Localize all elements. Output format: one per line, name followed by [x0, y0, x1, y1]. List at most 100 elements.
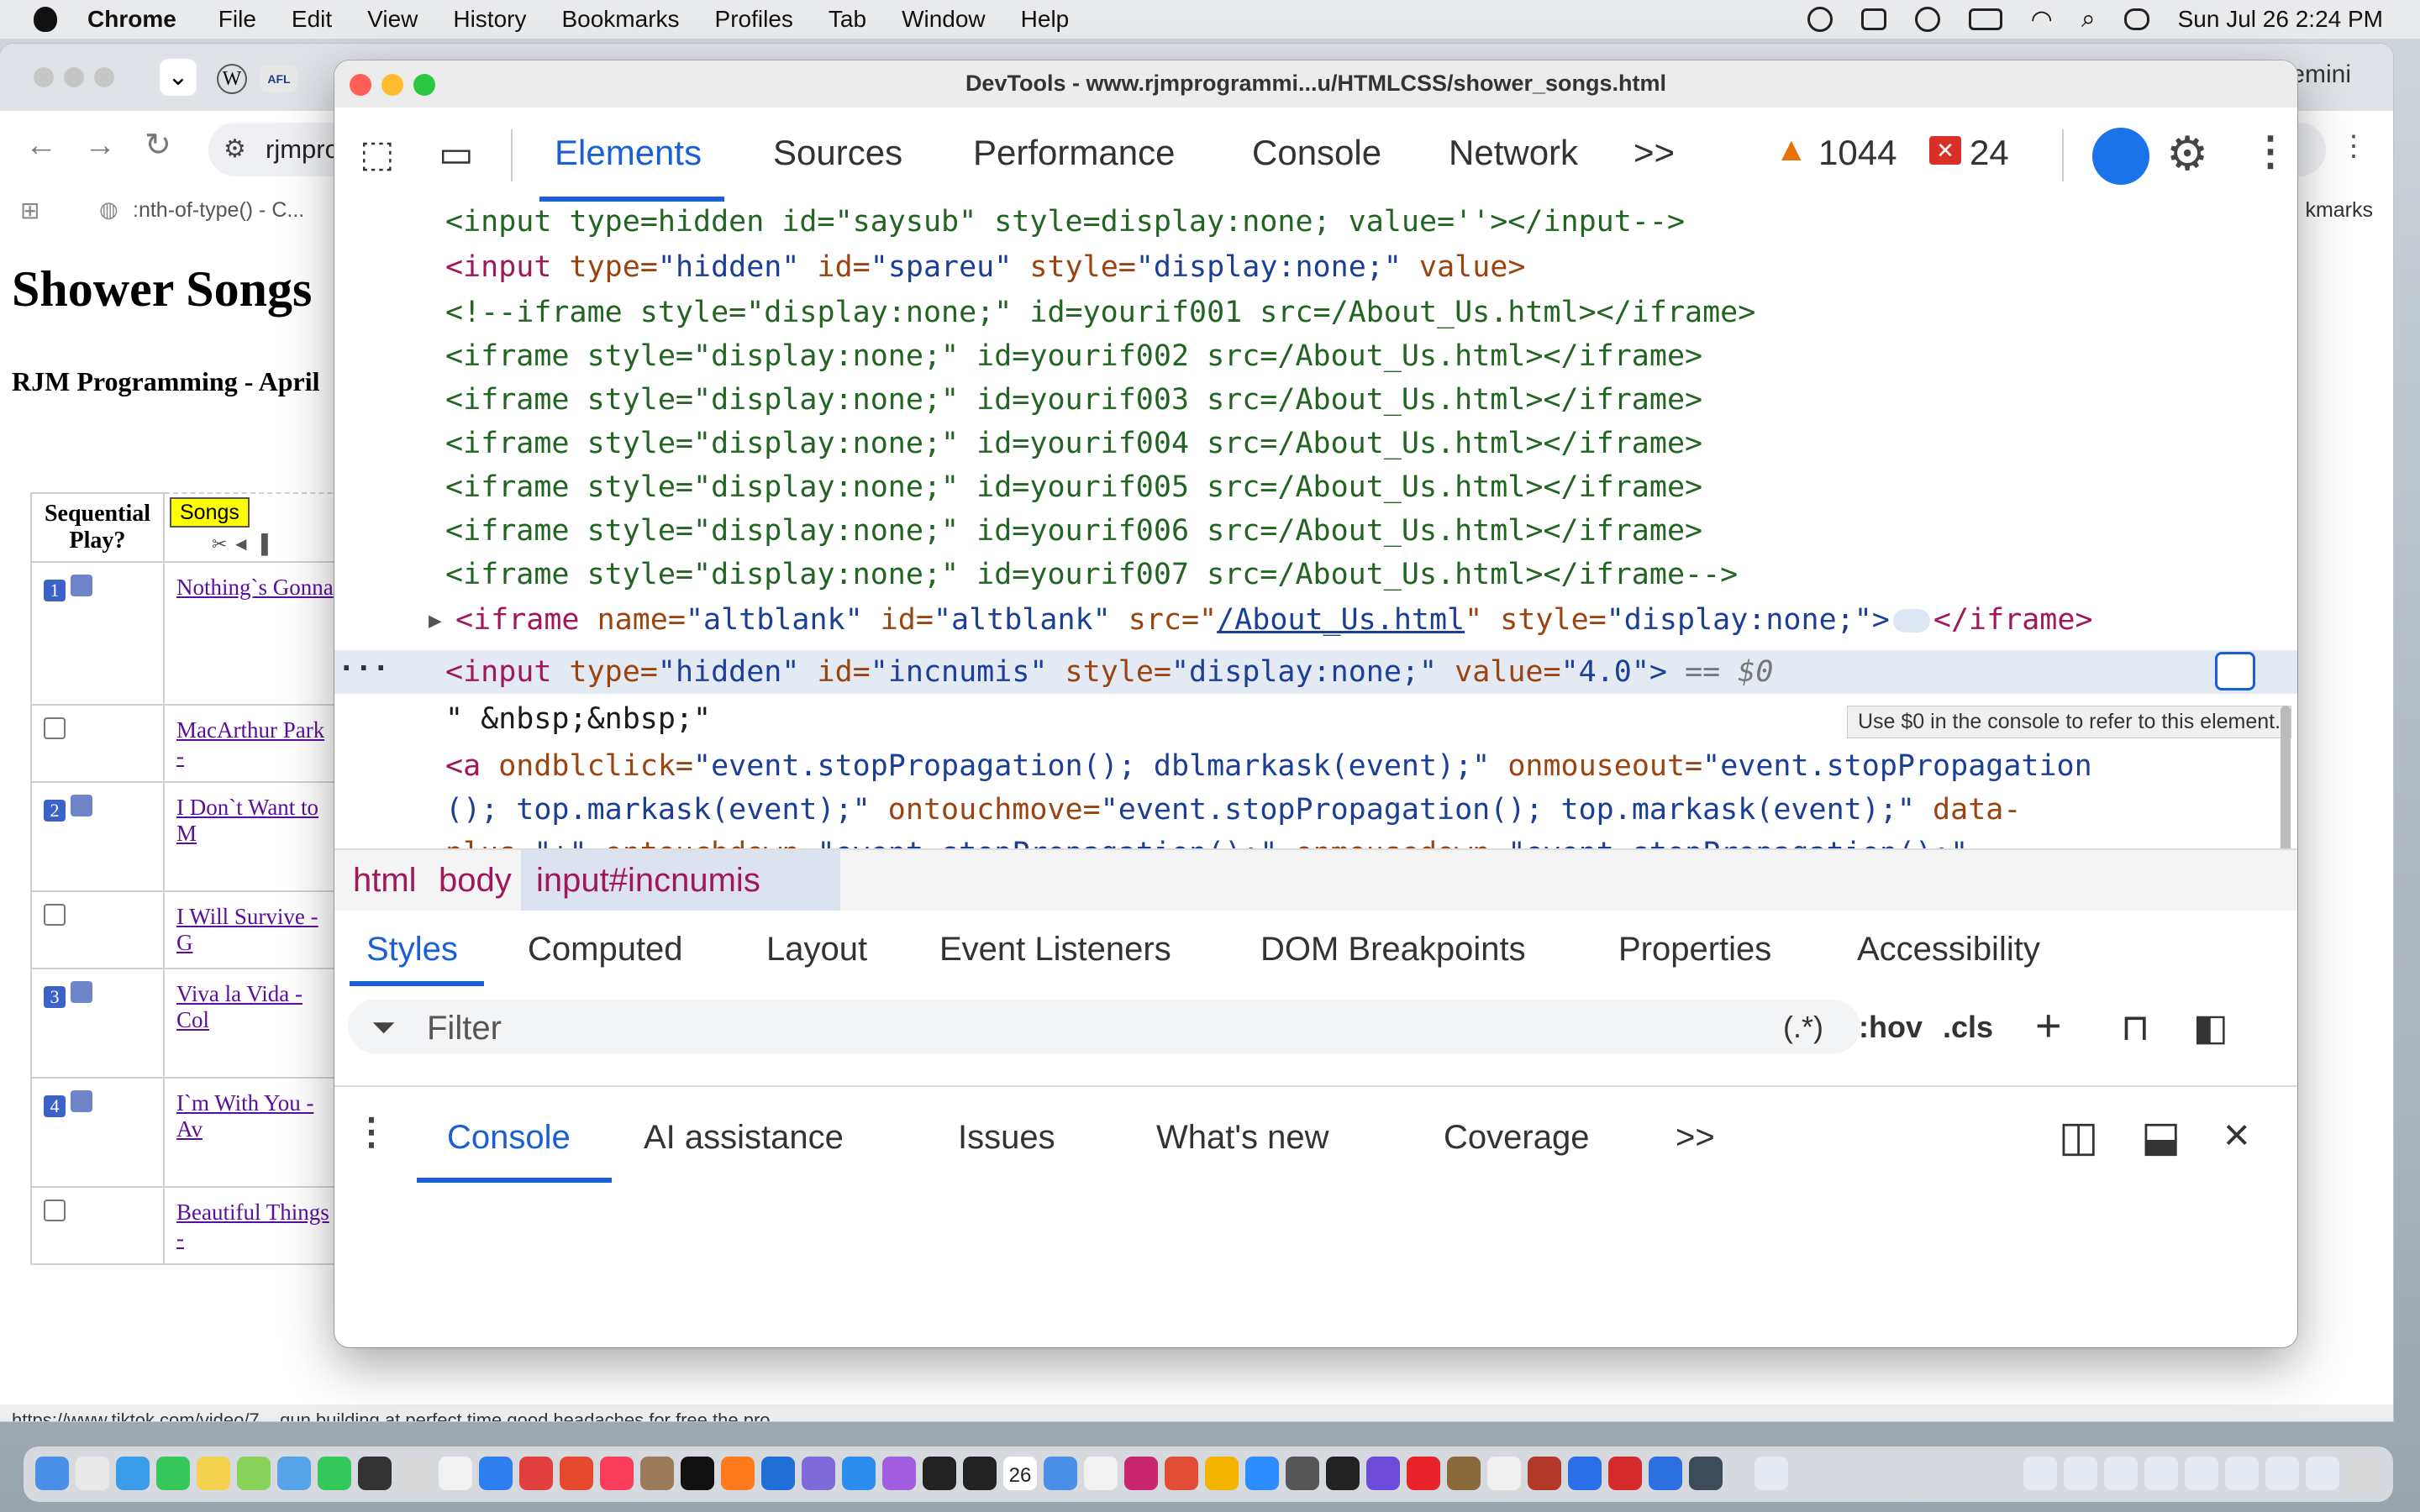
- repeat-icon[interactable]: [71, 795, 92, 816]
- wikipedia-tab-icon[interactable]: W: [217, 64, 247, 94]
- app-icon[interactable]: [963, 1457, 997, 1490]
- settings-gear-icon[interactable]: ⚙: [2166, 126, 2208, 181]
- tab-console[interactable]: Console: [1252, 133, 1381, 173]
- drawer-tab-console[interactable]: Console: [447, 1119, 571, 1157]
- song-control-icons[interactable]: ✂ ◄ ▐: [212, 533, 343, 555]
- dom-node-anchor-cont[interactable]: plus="+" ontouchdown="event.stopPropagat…: [445, 837, 1968, 848]
- tab-computed[interactable]: Computed: [528, 931, 683, 969]
- dom-node-line[interactable]: <input type="hidden" id="spareu" style="…: [445, 250, 1525, 284]
- app-icon[interactable]: [1568, 1457, 1602, 1490]
- menu-bookmarks[interactable]: Bookmarks: [561, 6, 679, 33]
- app-menu-chrome[interactable]: Chrome: [87, 6, 176, 33]
- ai-assistance-icon[interactable]: [2092, 128, 2149, 185]
- devtools-menu-icon[interactable]: ⋮: [2250, 128, 2291, 175]
- dom-node-anchor[interactable]: <a ondblclick="event.stopPropagation(); …: [445, 749, 2092, 783]
- tab-styles[interactable]: Styles: [366, 931, 458, 969]
- errors-count[interactable]: 24: [1970, 133, 2009, 173]
- menu-edit[interactable]: Edit: [292, 6, 332, 33]
- dom-node-iframe-altblank[interactable]: <iframe name="altblank" id="altblank" sr…: [455, 603, 2093, 637]
- ai-ask-icon[interactable]: [2215, 652, 2255, 690]
- drawer-tab-ai-assistance[interactable]: AI assistance: [644, 1119, 844, 1157]
- device-toolbar-icon[interactable]: ▭: [439, 133, 474, 176]
- preview-icon[interactable]: [1044, 1457, 1077, 1490]
- dock-bottom-icon[interactable]: ⬓: [2141, 1112, 2181, 1161]
- dom-comment-line[interactable]: <iframe style="display:none;" id=yourif0…: [445, 558, 1738, 591]
- folder-icon[interactable]: [1754, 1457, 1788, 1490]
- site-info-icon[interactable]: ⚙: [224, 134, 246, 164]
- more-tabs-chevron-icon[interactable]: >>: [1634, 133, 1675, 173]
- minimized-window-icon[interactable]: [2023, 1457, 2057, 1490]
- dom-comment-line[interactable]: <iframe style="display:none;" id=yourif0…: [445, 470, 1702, 504]
- dock-side-icon[interactable]: ◫: [2059, 1112, 2098, 1161]
- mail-icon[interactable]: [116, 1457, 150, 1490]
- tab-sources[interactable]: Sources: [773, 133, 902, 173]
- status-app-icon[interactable]: [1807, 7, 1833, 32]
- song-link[interactable]: I Don`t Want to M: [176, 795, 318, 846]
- app-icon[interactable]: [640, 1457, 674, 1490]
- app-icon[interactable]: [1447, 1457, 1481, 1490]
- messages-icon[interactable]: [156, 1457, 190, 1490]
- browser-close-button[interactable]: [34, 67, 54, 87]
- tab-properties[interactable]: Properties: [1618, 931, 1771, 969]
- song-link[interactable]: Nothing`s Gonna: [176, 575, 334, 600]
- bookmark-nth-of-type[interactable]: :nth-of-type() - C...: [133, 198, 304, 223]
- app-icon[interactable]: [1689, 1457, 1723, 1490]
- breadcrumb-input-incnumis[interactable]: input#incnumis: [536, 862, 760, 900]
- dom-node-line[interactable]: <input type=hidden id="saysub" style=dis…: [445, 205, 1685, 239]
- reload-icon[interactable]: ↻: [145, 126, 171, 164]
- safari-icon[interactable]: [842, 1457, 876, 1490]
- drawer-more-chevron-icon[interactable]: >>: [1676, 1119, 1715, 1157]
- acrobat-icon[interactable]: [519, 1457, 553, 1490]
- calculator-icon[interactable]: [398, 1457, 432, 1490]
- apps-grid-icon[interactable]: ⊞: [20, 197, 39, 224]
- apple-icon[interactable]: [34, 7, 57, 32]
- battery-icon[interactable]: [1968, 8, 2002, 30]
- new-style-rule-button[interactable]: +: [2035, 1000, 2062, 1052]
- expand-triangle-icon[interactable]: ▶: [429, 608, 442, 633]
- browser-menu-icon[interactable]: ⋮: [2339, 129, 2368, 163]
- app-icon[interactable]: [1487, 1457, 1521, 1490]
- filezilla-icon[interactable]: [560, 1457, 593, 1490]
- app-icon[interactable]: [1528, 1457, 1561, 1490]
- zoom-icon[interactable]: [1245, 1457, 1279, 1490]
- drawer-tab-coverage[interactable]: Coverage: [1444, 1119, 1589, 1157]
- hover-state-toggle[interactable]: :hov: [1859, 1010, 1923, 1045]
- repeat-icon[interactable]: [71, 575, 92, 596]
- tab-elements[interactable]: Elements: [555, 133, 702, 173]
- firefox-icon[interactable]: [721, 1457, 755, 1490]
- menu-window[interactable]: Window: [902, 6, 986, 33]
- menu-view[interactable]: View: [367, 6, 418, 33]
- minimized-window-icon[interactable]: [2185, 1457, 2218, 1490]
- song-link[interactable]: MacArthur Park -: [176, 717, 324, 769]
- app-store-icon[interactable]: [479, 1457, 513, 1490]
- drawer-tab-issues[interactable]: Issues: [958, 1119, 1055, 1157]
- tab-network[interactable]: Network: [1449, 133, 1578, 173]
- dom-comment-line[interactable]: <iframe style="display:none;" id=yourif0…: [445, 383, 1702, 417]
- app-icon[interactable]: [1124, 1457, 1158, 1490]
- drawer-menu-icon[interactable]: ⋮: [353, 1110, 390, 1153]
- spotlight-search-icon[interactable]: ⌕: [2081, 5, 2096, 34]
- menu-tab[interactable]: Tab: [829, 6, 866, 33]
- tab-event-listeners[interactable]: Event Listeners: [939, 931, 1171, 969]
- chrome-icon[interactable]: [1205, 1457, 1239, 1490]
- warnings-count[interactable]: 1044: [1818, 133, 1897, 173]
- app-icon[interactable]: [1286, 1457, 1319, 1490]
- maps-icon[interactable]: [237, 1457, 271, 1490]
- app-icon[interactable]: [1165, 1457, 1198, 1490]
- regex-toggle[interactable]: (.*): [1783, 1010, 1823, 1045]
- breadcrumb-body[interactable]: body: [439, 862, 512, 900]
- tab-performance[interactable]: Performance: [973, 133, 1175, 173]
- terminal-icon[interactable]: [358, 1457, 392, 1490]
- launchpad-icon[interactable]: [76, 1457, 109, 1490]
- calendar-icon[interactable]: 26: [1003, 1457, 1037, 1490]
- song-checkbox[interactable]: [44, 717, 66, 739]
- songs-button[interactable]: Songs: [170, 497, 250, 528]
- afl-tab-icon[interactable]: AFL: [260, 66, 297, 92]
- apple-tv-icon[interactable]: [681, 1457, 714, 1490]
- repeat-icon[interactable]: [71, 981, 92, 1003]
- error-icon[interactable]: ✕: [1929, 136, 1961, 165]
- dom-tree-scrollbar[interactable]: [2281, 706, 2291, 848]
- song-link[interactable]: I Will Survive - G: [176, 904, 318, 955]
- menu-help[interactable]: Help: [1021, 6, 1070, 33]
- app-icon[interactable]: [1084, 1457, 1118, 1490]
